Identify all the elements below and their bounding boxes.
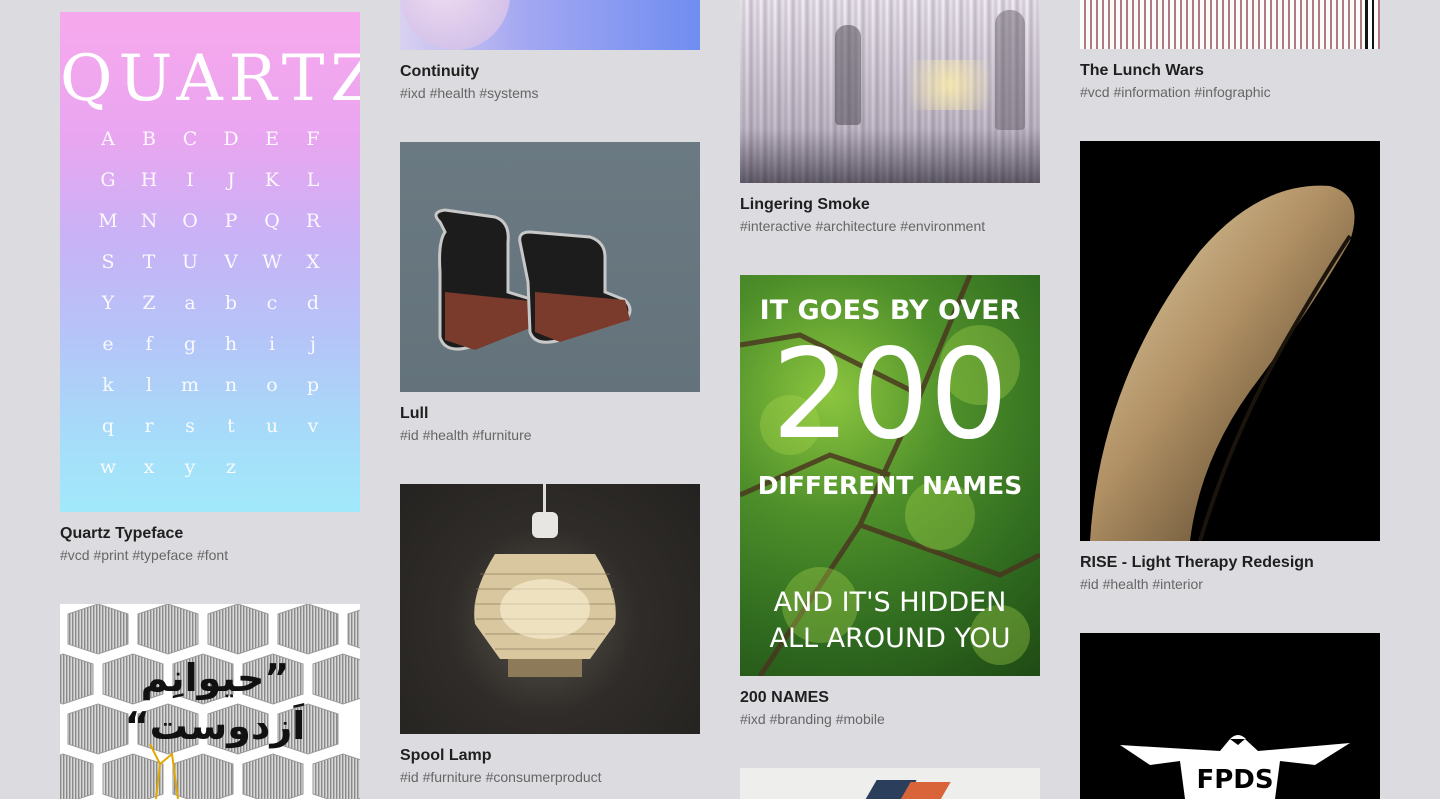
quartz-glyph: p xyxy=(306,374,320,396)
quartz-glyph: K xyxy=(264,169,280,191)
200-names-thumbnail[interactable]: IT GOES BY OVER 200 DIFFERENT NAMES AND … xyxy=(740,275,1040,676)
project-title[interactable]: Spool Lamp xyxy=(400,747,492,765)
poster-line-2: DIFFERENT NAMES xyxy=(757,471,1023,500)
quartz-glyph: o xyxy=(266,374,278,396)
lull-thumbnail[interactable] xyxy=(400,142,700,392)
project-tags: #interactive #architecture #environment xyxy=(740,218,986,234)
quartz-glyph: E xyxy=(265,128,279,150)
lamp-image xyxy=(474,484,616,677)
quartz-glyph: d xyxy=(306,292,320,314)
quartz-glyph: P xyxy=(224,210,238,232)
lingering-smoke-thumbnail[interactable] xyxy=(740,0,1040,183)
project-tags: #id #health #interior xyxy=(1080,576,1203,592)
quartz-glyph: F xyxy=(306,128,320,150)
quartz-glyph: z xyxy=(225,456,236,478)
quartz-glyph: L xyxy=(306,169,320,191)
quartz-glyph: Q xyxy=(264,210,280,232)
project-title[interactable]: The Lunch Wars xyxy=(1080,62,1204,80)
quartz-glyph: Z xyxy=(142,292,156,314)
poster-number: 200 xyxy=(771,323,1009,467)
quartz-glyph: A xyxy=(101,128,115,150)
quartz-glyph: t xyxy=(227,415,235,437)
quartz-glyph: B xyxy=(142,128,156,150)
lunch-wars-thumbnail[interactable] xyxy=(1080,0,1380,49)
quartz-glyph: X xyxy=(306,251,320,273)
quartz-glyph: G xyxy=(100,169,116,191)
quartz-glyph: m xyxy=(180,374,200,396)
project-title[interactable]: Lingering Smoke xyxy=(740,196,870,214)
poster-line-1: IT GOES BY OVER xyxy=(759,295,1021,326)
quartz-glyph: q xyxy=(101,415,115,437)
figure-silhouette xyxy=(835,25,861,125)
quartz-glyph: J xyxy=(227,169,235,191)
continuity-thumbnail[interactable] xyxy=(400,0,700,50)
quartz-typeface-thumbnail[interactable]: QUARTZ A B C D E F G H I J K L MN O P Q R S T U V W X Y Za b c d e f g… xyxy=(60,12,360,512)
quartz-glyph: h xyxy=(224,333,238,355)
quartz-glyph: W xyxy=(262,251,282,273)
quartz-glyph: R xyxy=(305,210,321,232)
persian-text: ”حیوانِم اَزدوست“ xyxy=(124,656,306,748)
quartz-glyph: y xyxy=(184,456,196,478)
quartz-glyph: a xyxy=(184,292,196,314)
quartz-heading: QUARTZ xyxy=(60,42,360,116)
quartz-glyph: e xyxy=(102,333,114,355)
quartz-glyph: i xyxy=(268,333,276,355)
persian-poster-thumbnail[interactable]: ”حیوانِم اَزدوست“ xyxy=(60,604,360,799)
project-title[interactable]: Lull xyxy=(400,405,428,423)
figure-silhouette xyxy=(995,10,1025,130)
quartz-glyph: f xyxy=(145,333,153,355)
dark-bar xyxy=(1365,0,1368,49)
project-title[interactable]: Continuity xyxy=(400,63,479,81)
quartz-glyph: S xyxy=(101,251,115,273)
quartz-glyph: N xyxy=(140,210,158,232)
project-tags: #vcd #information #infographic xyxy=(1080,84,1271,100)
quartz-glyph: C xyxy=(182,128,198,150)
quartz-glyph: k xyxy=(102,374,114,396)
quartz-glyph: x xyxy=(143,456,155,478)
project-tags: #id #furniture #consumerproduct xyxy=(400,769,602,785)
quartz-glyph: r xyxy=(144,415,154,437)
quartz-glyph: b xyxy=(224,292,238,314)
lounge-chairs-image xyxy=(434,208,632,351)
quartz-glyph: s xyxy=(185,415,195,437)
project-title[interactable]: RISE - Light Therapy Redesign xyxy=(1080,554,1314,572)
quartz-glyph: T xyxy=(142,251,156,273)
poster-line-3: AND IT'S HIDDEN xyxy=(773,587,1007,618)
rise-thumbnail[interactable] xyxy=(1080,141,1380,541)
quartz-glyph: u xyxy=(265,415,279,437)
quartz-glyph: n xyxy=(224,374,238,396)
quartz-glyph: j xyxy=(310,333,316,355)
fpds-thumbnail[interactable]: FPDS xyxy=(1080,633,1380,799)
project-title[interactable]: Quartz Typeface xyxy=(60,525,183,543)
quartz-glyph: U xyxy=(181,251,198,273)
face-shape xyxy=(400,0,510,50)
quartz-glyph: M xyxy=(98,210,118,232)
project-tags: #ixd #branding #mobile xyxy=(740,711,885,727)
quartz-glyph: H xyxy=(140,169,158,191)
next-project-thumbnail[interactable] xyxy=(740,768,1040,799)
quartz-glyph: V xyxy=(224,251,238,273)
project-tags: #ixd #health #systems xyxy=(400,85,539,101)
gold-lamp-image xyxy=(1090,185,1355,541)
fpds-text: FPDS xyxy=(1196,765,1274,795)
quartz-glyph: l xyxy=(145,374,153,396)
spool-lamp-thumbnail[interactable] xyxy=(400,484,700,734)
quartz-glyph: Y xyxy=(101,292,115,314)
poster-line-4: ALL AROUND YOU xyxy=(769,623,1011,654)
project-tags: #vcd #print #typeface #font xyxy=(60,547,229,563)
quartz-glyph: O xyxy=(182,210,198,232)
quartz-glyph: I xyxy=(186,169,194,191)
project-tags: #id #health #furniture xyxy=(400,427,532,443)
quartz-glyph: w xyxy=(99,456,117,478)
quartz-glyph: c xyxy=(266,292,278,314)
quartz-glyph: g xyxy=(183,333,197,355)
quartz-glyph: D xyxy=(223,128,239,150)
quartz-glyph: v xyxy=(307,415,319,437)
project-title[interactable]: 200 NAMES xyxy=(740,689,829,707)
dark-bar xyxy=(1372,0,1374,49)
light-glow xyxy=(910,60,990,110)
